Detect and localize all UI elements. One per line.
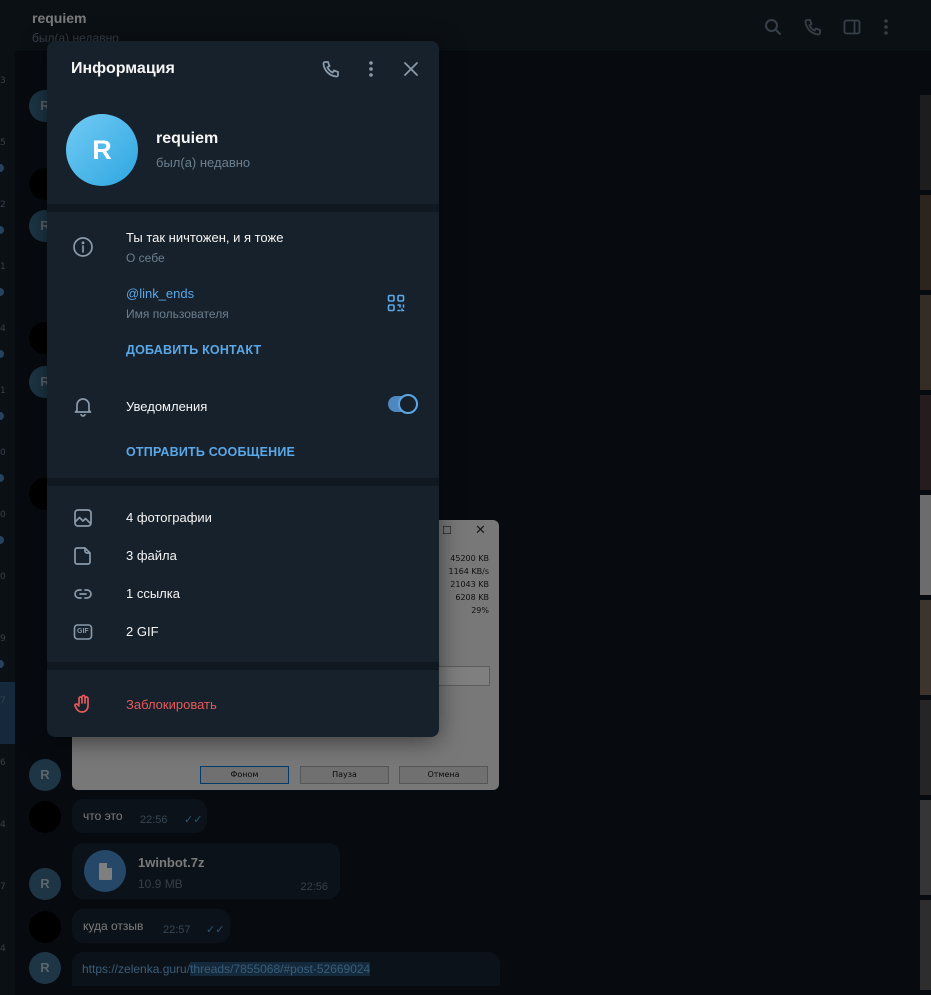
section-divider bbox=[47, 662, 439, 670]
bio-text: Ты так ничтожен, и я тоже bbox=[126, 230, 284, 245]
section-divider bbox=[47, 204, 439, 212]
close-icon[interactable] bbox=[401, 59, 421, 79]
gif-badge-text: GIF bbox=[77, 628, 89, 635]
files-count[interactable]: 3 файла bbox=[126, 548, 177, 563]
link-icon[interactable] bbox=[72, 583, 94, 605]
links-count[interactable]: 1 ссылка bbox=[126, 586, 180, 601]
panel-title: Информация bbox=[71, 60, 175, 77]
add-contact-button[interactable]: ДОБАВИТЬ КОНТАКТ bbox=[126, 343, 261, 357]
photos-count[interactable]: 4 фотографии bbox=[126, 510, 212, 525]
qr-code-icon[interactable] bbox=[387, 294, 405, 312]
username-link[interactable]: @link_ends bbox=[126, 286, 194, 301]
send-message-button[interactable]: ОТПРАВИТЬ СООБЩЕНИЕ bbox=[126, 445, 295, 459]
user-info-panel: Информация R requiem был(а) недавно Ты т… bbox=[47, 41, 439, 737]
more-vertical-icon[interactable] bbox=[361, 59, 381, 79]
profile-status: был(а) недавно bbox=[156, 155, 251, 170]
username-label: Имя пользователя bbox=[126, 307, 229, 321]
block-hand-icon[interactable] bbox=[72, 693, 94, 715]
gifs-count[interactable]: 2 GIF bbox=[126, 624, 159, 639]
toggle-knob bbox=[398, 394, 418, 414]
block-user-button[interactable]: Заблокировать bbox=[126, 697, 217, 712]
bell-icon bbox=[72, 395, 94, 417]
file-icon[interactable] bbox=[72, 545, 94, 567]
notifications-toggle[interactable] bbox=[388, 394, 418, 414]
gif-icon[interactable]: GIF bbox=[72, 621, 94, 643]
photo-icon[interactable] bbox=[72, 507, 94, 529]
notifications-label: Уведомления bbox=[126, 399, 208, 414]
phone-icon[interactable] bbox=[321, 59, 341, 79]
profile-avatar[interactable]: R bbox=[66, 114, 138, 186]
bio-label: О себе bbox=[126, 251, 165, 265]
info-icon bbox=[72, 236, 94, 258]
profile-name: requiem bbox=[156, 130, 219, 147]
section-divider bbox=[47, 478, 439, 486]
